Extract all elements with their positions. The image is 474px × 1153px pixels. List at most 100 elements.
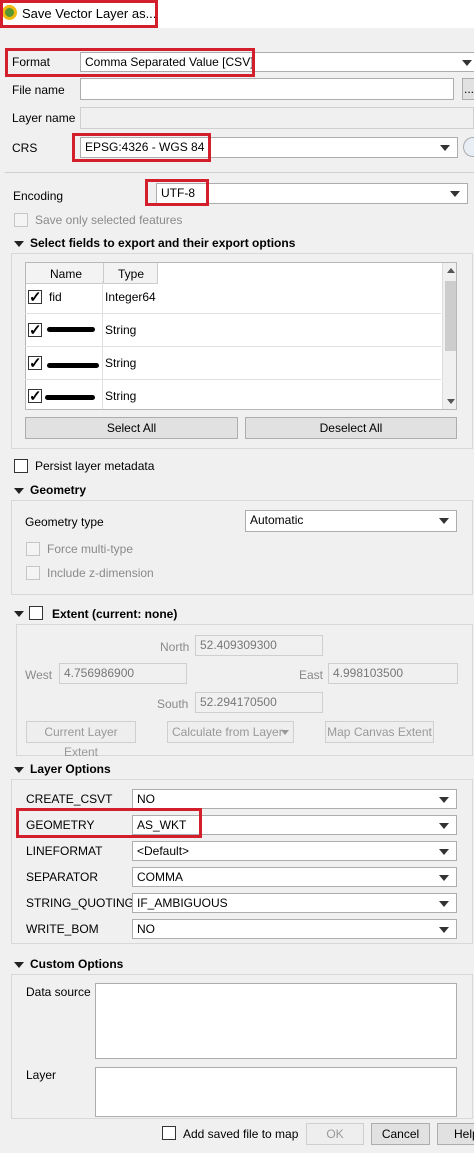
collapse-arrow-icon[interactable] xyxy=(14,488,24,494)
chevron-down-icon xyxy=(440,145,450,151)
save-selected-label: Save only selected features xyxy=(35,213,183,227)
option-value: <Default> xyxy=(137,844,190,858)
collapse-arrow-icon[interactable] xyxy=(14,962,24,968)
layer-options-textarea[interactable] xyxy=(95,1067,457,1117)
option-value: NO xyxy=(137,922,155,936)
encoding-label: Encoding xyxy=(13,189,64,203)
field-checkbox[interactable] xyxy=(28,387,42,405)
option-select-write-bom[interactable]: NO xyxy=(132,919,457,939)
table-row[interactable]: String xyxy=(25,314,441,347)
south-value: 52.294170500 xyxy=(200,695,277,709)
force-multi-label: Force multi-type xyxy=(47,542,134,556)
table-row[interactable]: fid Integer64 xyxy=(25,281,441,314)
chevron-down-icon xyxy=(439,927,449,933)
south-label: South xyxy=(157,697,189,711)
calculate-from-layer-button[interactable]: Calculate from Layer xyxy=(167,721,294,743)
table-row[interactable]: String xyxy=(25,380,441,409)
add-to-map-checkbox[interactable] xyxy=(162,1126,176,1140)
table-row[interactable]: String xyxy=(25,347,441,380)
highlight-title xyxy=(0,0,158,28)
save-selected-checkbox[interactable] xyxy=(14,213,28,227)
chevron-down-icon xyxy=(439,875,449,881)
field-type: String xyxy=(105,389,137,403)
include-z-label: Include z-dimension xyxy=(47,566,154,580)
layer-options-title: Layer Options xyxy=(30,762,111,776)
extent-checkbox[interactable] xyxy=(29,606,43,620)
data-source-label: Data source xyxy=(26,985,91,999)
divider xyxy=(5,172,474,173)
force-multi-checkbox[interactable] xyxy=(26,542,40,556)
north-input[interactable]: 52.409309300 xyxy=(195,635,323,656)
field-checkbox[interactable] xyxy=(28,321,42,339)
option-select-string-quoting[interactable]: IF_AMBIGUOUS xyxy=(132,893,457,913)
field-checkbox[interactable] xyxy=(28,288,42,306)
collapse-arrow-icon[interactable] xyxy=(14,767,24,773)
column-header-type[interactable]: Type xyxy=(118,267,144,281)
collapse-arrow-icon[interactable] xyxy=(14,241,24,247)
layer-name-input[interactable] xyxy=(80,107,474,129)
south-input[interactable]: 52.294170500 xyxy=(195,692,323,713)
layer-options-label: Layer xyxy=(26,1068,57,1082)
file-name-input[interactable] xyxy=(80,78,454,100)
west-input[interactable]: 4.756986900 xyxy=(59,663,187,684)
deselect-all-button[interactable]: Deselect All xyxy=(245,417,457,439)
west-label: West xyxy=(25,668,53,682)
north-label: North xyxy=(160,640,190,654)
option-name: STRING_QUOTING xyxy=(26,896,135,910)
cancel-button[interactable]: Cancel xyxy=(371,1123,430,1145)
layer-name-label: Layer name xyxy=(12,111,76,125)
data-source-textarea[interactable] xyxy=(95,983,457,1059)
highlight-format xyxy=(5,48,255,77)
scroll-down-icon[interactable] xyxy=(447,399,455,404)
include-z-checkbox[interactable] xyxy=(26,566,40,580)
chevron-down-icon xyxy=(462,60,472,66)
chevron-down-icon xyxy=(439,823,449,829)
west-value: 4.756986900 xyxy=(64,666,135,680)
extent-section-title: Extent (current: none) xyxy=(52,607,178,621)
north-value: 52.409309300 xyxy=(200,638,277,652)
field-checkbox[interactable] xyxy=(28,354,42,372)
chevron-down-icon xyxy=(439,797,449,803)
persist-metadata-checkbox[interactable] xyxy=(14,459,28,473)
cell-divider xyxy=(102,281,103,314)
vertical-scrollbar[interactable] xyxy=(442,263,456,409)
field-type: String xyxy=(105,323,137,337)
option-name: SEPARATOR xyxy=(26,870,99,884)
calculate-from-layer-label: Calculate from Layer xyxy=(172,725,283,739)
custom-options-title: Custom Options xyxy=(30,957,124,971)
highlight-geometry-option xyxy=(16,808,202,838)
option-select-lineformat[interactable]: <Default> xyxy=(132,841,457,861)
east-label: East xyxy=(299,668,324,682)
help-button[interactable]: Help xyxy=(437,1123,474,1145)
persist-metadata-label: Persist layer metadata xyxy=(35,459,155,473)
current-layer-extent-button[interactable]: Current Layer Extent xyxy=(26,721,136,759)
scroll-thumb[interactable] xyxy=(445,281,456,351)
select-all-button[interactable]: Select All xyxy=(25,417,238,439)
chevron-down-icon xyxy=(439,849,449,855)
geometry-type-value: Automatic xyxy=(250,513,304,527)
scroll-up-icon[interactable] xyxy=(447,268,455,273)
field-type: String xyxy=(105,356,137,370)
option-value: IF_AMBIGUOUS xyxy=(137,896,228,910)
highlight-crs xyxy=(72,133,211,162)
browse-button[interactable]: ... xyxy=(462,78,474,100)
geometry-type-select[interactable]: Automatic xyxy=(245,510,457,532)
redaction-mark xyxy=(45,395,95,400)
cell-divider xyxy=(102,347,103,380)
east-value: 4.998103500 xyxy=(333,666,404,680)
geometry-section-title: Geometry xyxy=(30,483,87,497)
map-canvas-extent-button[interactable]: Map Canvas Extent xyxy=(325,721,434,743)
column-header-name[interactable]: Name xyxy=(50,267,82,281)
globe-icon[interactable] xyxy=(463,137,474,157)
cell-divider xyxy=(102,314,103,347)
collapse-arrow-icon[interactable] xyxy=(14,611,24,617)
cell-divider xyxy=(102,380,103,409)
option-select-separator[interactable]: COMMA xyxy=(132,867,457,887)
geometry-type-label: Geometry type xyxy=(25,515,104,529)
option-select-create-csvt[interactable]: NO xyxy=(132,789,457,809)
fields-section-title: Select fields to export and their export… xyxy=(30,236,296,250)
option-name: WRITE_BOM xyxy=(26,922,99,936)
option-value: NO xyxy=(137,792,155,806)
east-input[interactable]: 4.998103500 xyxy=(328,663,458,684)
ok-button[interactable]: OK xyxy=(306,1123,364,1145)
